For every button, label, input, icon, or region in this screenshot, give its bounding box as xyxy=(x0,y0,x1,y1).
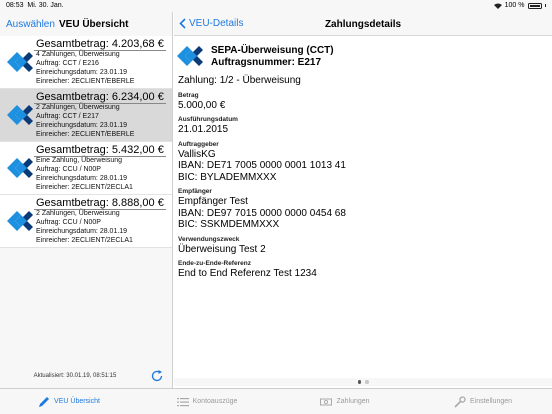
master-footer: Aktualisiert: 30.01.19, 08:51:15 xyxy=(0,364,172,388)
tab-label: VEU Übersicht xyxy=(54,398,100,405)
order-item[interactable]: Gesamtbetrag: 8.888,00 € 2 Zahlungen, Üb… xyxy=(0,195,172,248)
status-time-date: 08:53 Mi. 30. Jan. xyxy=(6,2,64,9)
last-updated: Aktualisiert: 30.01.19, 08:51:15 xyxy=(33,373,117,379)
order-amount: Gesamtbetrag: 8.888,00 € xyxy=(36,197,164,209)
order-submitter: Einreicher: 2ECLIENT/EBERLE xyxy=(36,78,135,85)
list-icon xyxy=(176,397,189,406)
wifi-icon xyxy=(493,3,502,9)
order-amount: Gesamtbetrag: 6.234,00 € xyxy=(36,91,164,103)
tab-veu-overview[interactable]: VEU Übersicht xyxy=(0,389,138,414)
order-payments: 4 Zahlungen, Überweisung xyxy=(36,51,120,58)
order-number: Auftrag: CCT / E217 xyxy=(36,113,99,120)
bank-logo-icon xyxy=(177,46,203,66)
purpose-label: Verwendungszweck xyxy=(178,235,240,243)
payer-bic: BIC: BYLADEMMXXX xyxy=(178,171,277,183)
page-indicator[interactable] xyxy=(174,378,552,386)
tab-settings[interactable]: Einstellungen xyxy=(414,389,552,414)
exec-date-label: Ausführungsdatum xyxy=(178,116,238,123)
tab-label: Kontoauszüge xyxy=(192,398,238,405)
order-submitter: Einreicher: 2ECLIENT/EBERLE xyxy=(36,131,135,138)
order-submitter: Einreicher: 2ECLIENT/2ECLA1 xyxy=(36,237,133,244)
payee-name: Empfänger Test xyxy=(178,196,248,207)
refresh-icon[interactable] xyxy=(150,369,164,383)
amount-label: Betrag xyxy=(178,91,199,99)
tab-label: Einstellungen xyxy=(469,398,513,405)
amount-value: 5.000,00 € xyxy=(178,99,226,111)
payer-label: Auftraggeber xyxy=(178,140,219,148)
payment-details: Zahlung: 1/2 - Überweisung Betrag 5.000,… xyxy=(178,75,346,280)
order-amount: Gesamtbetrag: 4.203,68 € xyxy=(36,38,164,50)
order-number: Auftrag: CCT / E216 xyxy=(36,60,99,67)
tab-label: Zahlungen xyxy=(336,398,370,405)
tab-bar: VEU Übersicht Kontoauszüge Zahlungen Ein… xyxy=(0,388,552,414)
e2e-value: End to End Referenz Test 1234 xyxy=(178,268,317,279)
order-payments: 2 Zahlungen, Überweisung xyxy=(36,210,120,217)
order-number: Auftrag: CCU / N00P xyxy=(36,166,101,173)
order-number: Auftragsnummer: E217 xyxy=(211,57,322,68)
master-pane: Auswählen VEU Übersicht Gesamtbetrag: 4.… xyxy=(0,12,173,388)
bank-logo-icon xyxy=(7,52,33,72)
payment-index: Zahlung: 1/2 - Überweisung xyxy=(178,75,301,86)
status-date: Mi. 30. Jan. xyxy=(27,2,64,9)
pen-icon xyxy=(39,396,50,407)
tab-payments[interactable]: Zahlungen xyxy=(276,389,414,414)
detail-nav-bar: VEU-Details Zahlungsdetails xyxy=(174,12,552,36)
order-item[interactable]: Gesamtbetrag: 4.203,68 € 4 Zahlungen, Üb… xyxy=(0,36,172,89)
e2e-label: Ende-zu-Ende-Referenz xyxy=(178,260,251,267)
exec-date-value: 21.01.2015 xyxy=(178,124,229,135)
select-button[interactable]: Auswählen xyxy=(6,19,55,30)
purpose-value: Überweisung Test 2 xyxy=(178,243,266,255)
wrench-icon xyxy=(454,395,466,408)
bank-logo-icon xyxy=(7,158,33,178)
order-item[interactable]: Gesamtbetrag: 6.234,00 € 2 Zahlungen, Üb… xyxy=(0,89,172,142)
order-number: Auftrag: CCU / N00P xyxy=(36,219,101,226)
detail-title: Zahlungsdetails xyxy=(324,19,402,30)
payer-name: VallisKG xyxy=(178,148,216,160)
status-time: 08:53 xyxy=(6,2,24,9)
order-date: Einreichungsdatum: 28.01.19 xyxy=(36,175,128,182)
payee-bic: BIC: SSKMDEMMXXX xyxy=(178,219,280,230)
order-payments: Eine Zahlung, Überweisung xyxy=(36,157,122,164)
master-nav-bar: Auswählen VEU Übersicht xyxy=(0,12,172,36)
tab-statements[interactable]: Kontoauszüge xyxy=(138,389,276,414)
status-bar: 08:53 Mi. 30. Jan. 100 % xyxy=(0,0,552,12)
page-dot xyxy=(365,380,369,384)
order-date: Einreichungsdatum: 23.01.19 xyxy=(36,122,128,129)
order-amount: Gesamtbetrag: 5.432,00 € xyxy=(36,144,164,156)
detail-pane: VEU-Details Zahlungsdetails SEPA-Überwei… xyxy=(174,12,552,388)
payment-type: SEPA-Überweisung (CCT) xyxy=(211,45,334,56)
bank-logo-icon xyxy=(7,105,33,125)
order-date: Einreichungsdatum: 23.01.19 xyxy=(36,69,128,76)
money-icon xyxy=(320,398,333,405)
battery-percent: 100 % xyxy=(504,2,525,9)
status-right: 100 % xyxy=(493,2,546,9)
order-list: Gesamtbetrag: 4.203,68 € 4 Zahlungen, Üb… xyxy=(0,36,172,248)
battery-icon xyxy=(527,2,542,9)
order-date: Einreichungsdatum: 28.01.19 xyxy=(36,228,128,235)
page-dot-active xyxy=(357,380,361,384)
bank-logo-icon xyxy=(7,211,33,231)
payer-iban: IBAN: DE71 7005 0000 0001 1013 41 xyxy=(178,160,346,171)
order-payments: 2 Zahlungen, Überweisung xyxy=(36,104,120,111)
payee-label: Empfänger xyxy=(178,188,212,195)
battery-nub xyxy=(544,4,546,7)
payee-iban: IBAN: DE97 7015 0000 0000 0454 68 xyxy=(178,207,346,219)
master-title: VEU Übersicht xyxy=(59,19,129,30)
order-item[interactable]: Gesamtbetrag: 5.432,00 € Eine Zahlung, Ü… xyxy=(0,142,172,195)
order-submitter: Einreicher: 2ECLIENT/2ECLA1 xyxy=(36,184,133,191)
